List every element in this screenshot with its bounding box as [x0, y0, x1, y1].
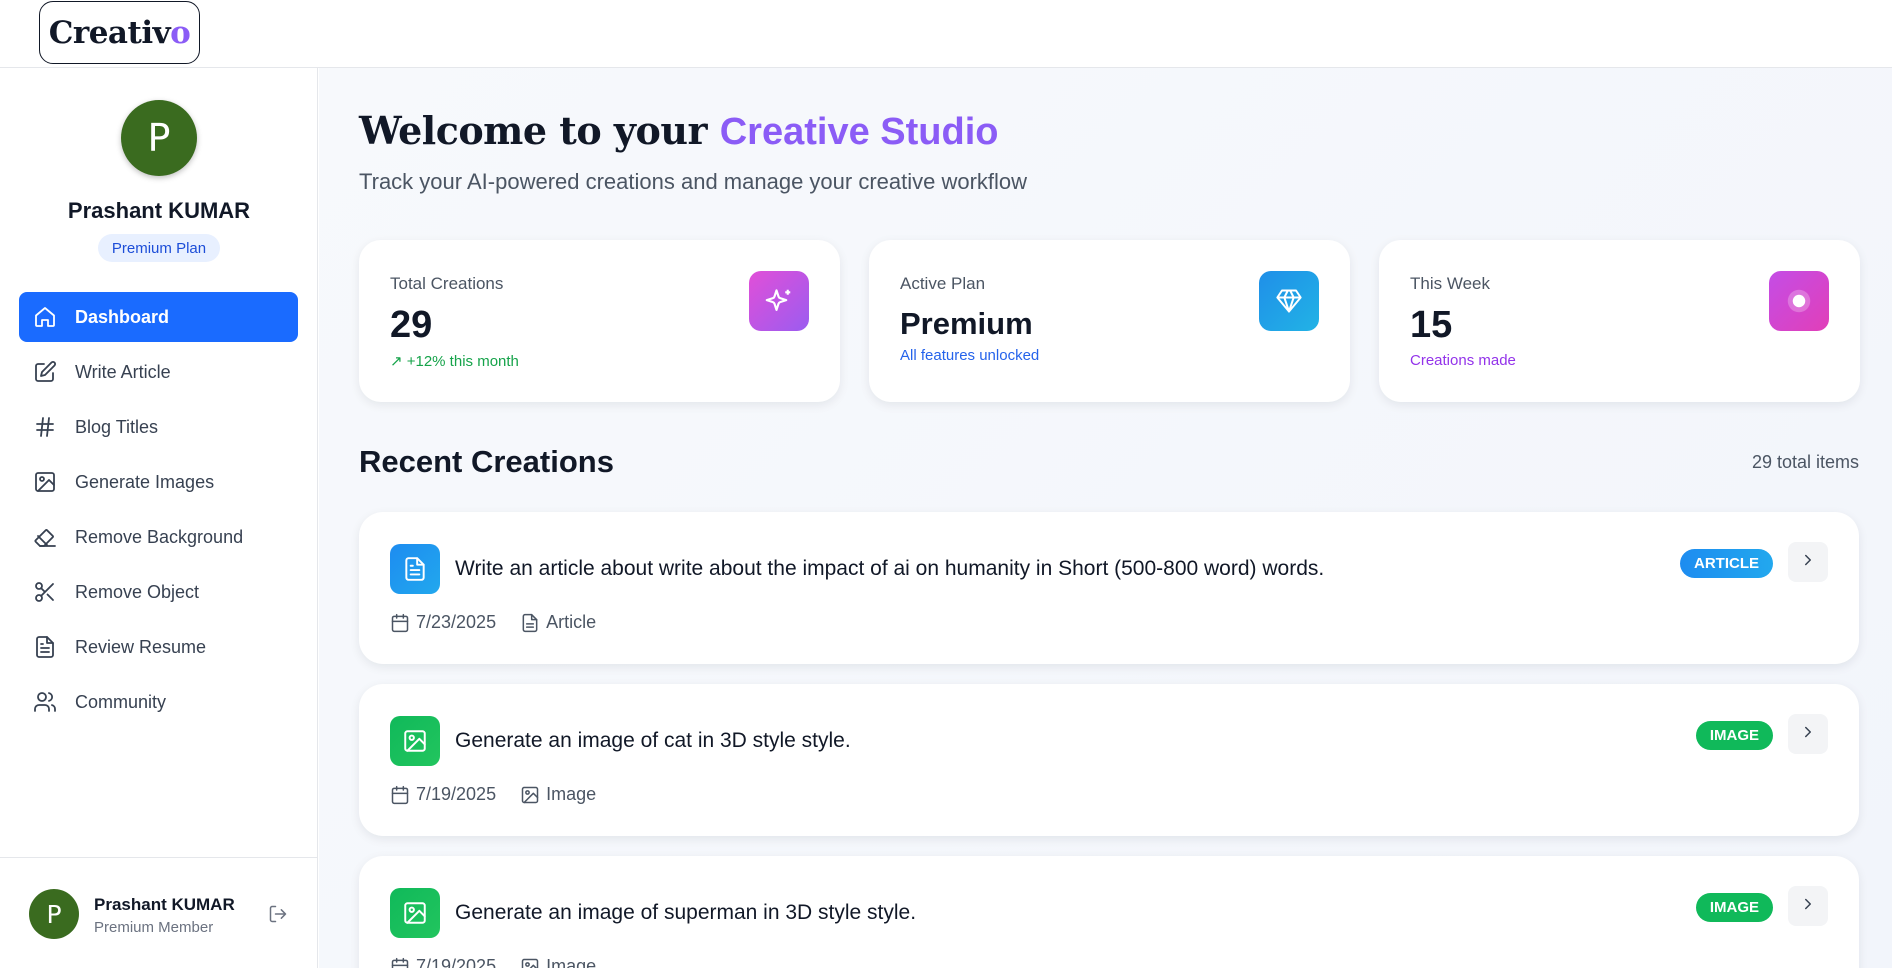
avatar[interactable]: P [121, 100, 197, 176]
sidebar-nav: Dashboard Write Article Blog Titles Gene… [19, 292, 298, 732]
gem-icon [1259, 271, 1319, 331]
footer-user-name: Prashant KUMAR [94, 895, 235, 914]
record-icon [1769, 271, 1829, 331]
creation-card[interactable]: Generate an image of superman in 3D styl… [359, 856, 1859, 968]
creation-date: 7/19/2025 [416, 956, 497, 968]
users-icon [33, 690, 57, 714]
stat-subtext: All features unlocked [900, 347, 1040, 364]
chevron-right-icon [1799, 723, 1817, 746]
sidebar-item-generate-images[interactable]: Generate Images [19, 457, 298, 507]
eraser-icon [33, 525, 57, 549]
brand-logo[interactable]: Creativ o [39, 1, 200, 64]
image-type-icon [390, 888, 440, 938]
top-bar: Creativ o [0, 0, 1892, 68]
chevron-right-icon [1799, 551, 1817, 574]
creation-meta: 7/23/2025 Article [390, 612, 596, 633]
type-badge: ARTICLE [1680, 549, 1773, 578]
sidebar-item-community[interactable]: Community [19, 677, 298, 727]
profile-name: Prashant KUMAR [67, 198, 251, 223]
image-icon [33, 470, 57, 494]
stat-value: 15 [1410, 304, 1453, 346]
creation-meta: 7/19/2025 Image [390, 784, 596, 805]
hash-icon [33, 415, 57, 439]
open-creation-button[interactable] [1788, 714, 1828, 754]
footer-user-role: Premium Member [94, 919, 214, 936]
type-badge: IMAGE [1695, 721, 1773, 750]
sidebar-item-label: Generate Images [75, 471, 215, 492]
creation-prompt: Generate an image of superman in 3D styl… [455, 901, 917, 924]
main-content: Welcome to your Creative Studio Track yo… [319, 68, 1892, 968]
sidebar-item-write-article[interactable]: Write Article [19, 347, 298, 397]
image-icon [520, 957, 540, 968]
creation-type: Image [546, 784, 597, 804]
creation-card[interactable]: Write an article about write about the i… [359, 512, 1859, 664]
sidebar-item-label: Blog Titles [75, 416, 159, 437]
logout-icon[interactable] [266, 902, 290, 926]
home-icon [33, 305, 57, 329]
calendar-icon [390, 785, 410, 805]
sidebar-item-review-resume[interactable]: Review Resume [19, 622, 298, 672]
edit-icon [33, 360, 57, 384]
sidebar-item-blog-titles[interactable]: Blog Titles [19, 402, 298, 452]
stat-card-active-plan: Active Plan Premium All features unlocke… [869, 240, 1350, 402]
creation-date: 7/19/2025 [416, 784, 497, 804]
welcome-prefix: Welcome to your [359, 108, 708, 153]
sidebar-item-label: Dashboard [75, 306, 170, 327]
sidebar: P Prashant KUMAR Premium Plan Dashboard … [0, 68, 318, 968]
open-creation-button[interactable] [1788, 542, 1828, 582]
stat-label: Total Creations [390, 274, 504, 293]
creation-prompt: Write an article about write about the i… [455, 557, 1325, 580]
file-text-icon [33, 635, 57, 659]
stat-value: 29 [390, 304, 433, 346]
type-badge: IMAGE [1695, 893, 1773, 922]
creation-type: Article [546, 612, 597, 632]
sidebar-item-label: Review Resume [75, 636, 207, 657]
logo-text-accent: o [170, 14, 191, 51]
sidebar-item-label: Community [75, 691, 167, 712]
sidebar-item-label: Write Article [75, 361, 171, 382]
stat-label: Active Plan [900, 274, 986, 293]
calendar-icon [390, 613, 410, 633]
sidebar-item-label: Remove Object [75, 581, 200, 602]
welcome-highlight: Creative Studio [719, 111, 999, 153]
creation-meta: 7/19/2025 Image [390, 956, 596, 968]
sidebar-item-label: Remove Background [75, 526, 244, 547]
stat-label: This Week [1410, 274, 1490, 293]
section-title: Recent Creations [359, 444, 614, 479]
creation-prompt: Generate an image of cat in 3D style sty… [455, 729, 851, 752]
sidebar-item-remove-background[interactable]: Remove Background [19, 512, 298, 562]
scissors-icon [33, 580, 57, 604]
logo-text-main: Creativ [48, 14, 171, 51]
open-creation-button[interactable] [1788, 886, 1828, 926]
image-icon [520, 785, 540, 805]
stat-subtext: Creations made [1410, 352, 1516, 369]
page-title: Welcome to your Creative Studio [359, 108, 998, 154]
article-type-icon [390, 544, 440, 594]
sparkles-icon [749, 271, 809, 331]
calendar-icon [390, 957, 410, 968]
stat-card-total-creations: Total Creations 29 ↗ +12% this month [359, 240, 840, 402]
total-items-count: 29 total items [1751, 452, 1859, 472]
stat-card-this-week: This Week 15 Creations made [1379, 240, 1860, 402]
stat-trend: ↗ +12% this month [390, 353, 519, 370]
creation-date: 7/23/2025 [416, 612, 497, 632]
creation-type: Image [546, 956, 597, 968]
page-subtitle: Track your AI-powered creations and mana… [359, 169, 1028, 194]
creation-card[interactable]: Generate an image of cat in 3D style sty… [359, 684, 1859, 836]
footer-avatar[interactable]: P [29, 889, 79, 939]
image-type-icon [390, 716, 440, 766]
sidebar-item-dashboard[interactable]: Dashboard [19, 292, 298, 342]
sidebar-item-remove-object[interactable]: Remove Object [19, 567, 298, 617]
stat-value: Premium [900, 306, 1033, 341]
chevron-right-icon [1799, 895, 1817, 918]
file-text-icon [520, 613, 540, 633]
sidebar-footer: P Prashant KUMAR Premium Member [0, 857, 318, 968]
plan-badge: Premium Plan [98, 234, 220, 262]
